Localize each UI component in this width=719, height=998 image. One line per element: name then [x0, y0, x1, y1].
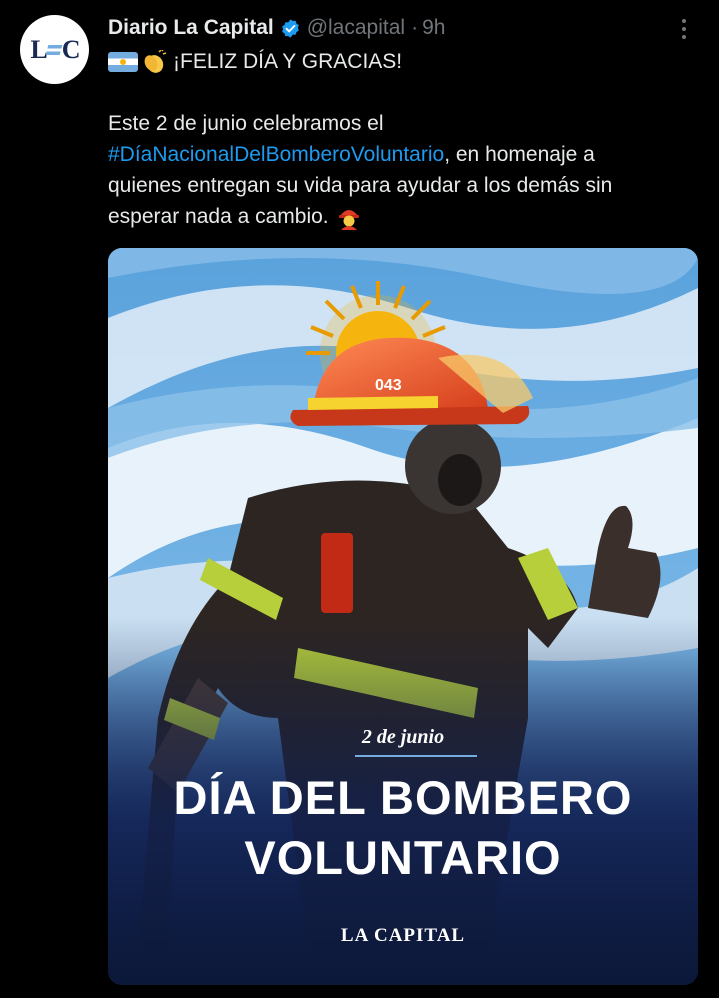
poster-date: 2 de junio	[361, 726, 445, 748]
body-line-2-rest: , en homenaje a	[444, 143, 595, 166]
separator-dot: ·	[411, 16, 419, 39]
poster-brand-logo: LA CAPITAL	[340, 925, 466, 946]
clapping-hands-emoji	[144, 49, 167, 73]
body-line-2: #DíaNacionalDelBomberoVoluntario , en ho…	[108, 139, 698, 170]
headline-text: ¡FELIZ DÍA Y GRACIAS!	[173, 50, 403, 73]
display-name[interactable]: Diario La Capital	[108, 16, 274, 40]
avatar-logo: LC	[30, 34, 80, 64]
body-line-3: quienes entregan su vida para ayudar a l…	[108, 174, 613, 197]
tweet-time[interactable]: 9h	[422, 16, 445, 40]
tweet-text: ¡FELIZ DÍA Y GRACIAS! Este 2 de junio ce…	[108, 46, 698, 232]
tweet-media-image[interactable]: 043 2 de junio DÍA DEL BOMBERO VOLUNTARI…	[108, 248, 698, 985]
body-line-4-text: esperar nada a cambio.	[108, 205, 329, 228]
firefighter-emoji	[338, 209, 359, 230]
account-avatar[interactable]: LC	[20, 15, 89, 84]
argentina-flag-emoji	[108, 51, 138, 72]
more-options-icon[interactable]	[676, 16, 692, 42]
poster-date-rule	[355, 755, 477, 757]
body-line-1: Este 2 de junio celebramos el	[108, 112, 384, 135]
account-handle[interactable]: @lacapital	[307, 16, 405, 40]
verified-badge-icon	[281, 18, 299, 38]
tweet-header: Diario La Capital @lacapital · 9h	[108, 14, 649, 42]
headline-line: ¡FELIZ DÍA Y GRACIAS!	[108, 46, 698, 77]
poster-title-line-1: DÍA DEL BOMBERO	[173, 771, 633, 824]
poster-title-line-2: VOLUNTARIO	[244, 831, 562, 884]
body-line-4: esperar nada a cambio.	[108, 201, 698, 232]
avatar-flag-icon	[45, 44, 63, 55]
hashtag-link[interactable]: #DíaNacionalDelBomberoVoluntario	[108, 139, 444, 170]
